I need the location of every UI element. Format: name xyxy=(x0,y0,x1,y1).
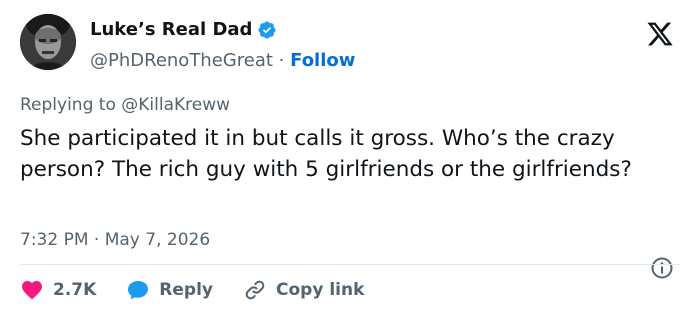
tweet-timestamp[interactable]: 7:32 PM · May 7, 2026 xyxy=(20,229,210,251)
author-handle[interactable]: @PhDRenoTheGreat xyxy=(90,50,273,71)
divider xyxy=(20,264,680,265)
reply-context-prefix: Replying to xyxy=(20,95,116,115)
tweet-time: 7:32 PM xyxy=(20,230,89,250)
copy-link-button[interactable]: Copy link xyxy=(243,278,364,302)
author-name-row: Luke’s Real Dad xyxy=(90,19,277,41)
reply-context: Replying to @KillaKreww xyxy=(20,94,230,116)
author-display-name[interactable]: Luke’s Real Dad xyxy=(90,19,252,41)
follow-button[interactable]: Follow xyxy=(290,50,355,71)
verified-badge-icon xyxy=(257,20,277,40)
info-icon[interactable] xyxy=(650,256,674,280)
heart-icon xyxy=(22,281,42,300)
tweet-text: She participated it in but calls it gros… xyxy=(20,126,632,182)
x-logo-icon[interactable] xyxy=(646,20,674,48)
like-count: 2.7K xyxy=(53,280,97,300)
link-icon xyxy=(245,280,265,300)
action-bar: 2.7K Reply Copy link xyxy=(20,277,394,303)
handle-separator: · xyxy=(278,50,285,71)
speech-bubble-icon xyxy=(128,281,149,300)
avatar[interactable] xyxy=(20,14,76,70)
timestamp-separator: · xyxy=(93,230,100,250)
copy-link-label: Copy link xyxy=(276,280,365,300)
like-button[interactable]: 2.7K xyxy=(20,278,96,302)
tweet-date: May 7, 2026 xyxy=(104,230,211,250)
reply-mention-link[interactable]: @KillaKreww xyxy=(121,95,230,115)
reply-button[interactable]: Reply xyxy=(126,278,213,302)
avatar-image xyxy=(20,14,76,70)
reply-label: Reply xyxy=(159,280,213,300)
author-handle-row: @PhDRenoTheGreat · Follow xyxy=(90,50,355,72)
